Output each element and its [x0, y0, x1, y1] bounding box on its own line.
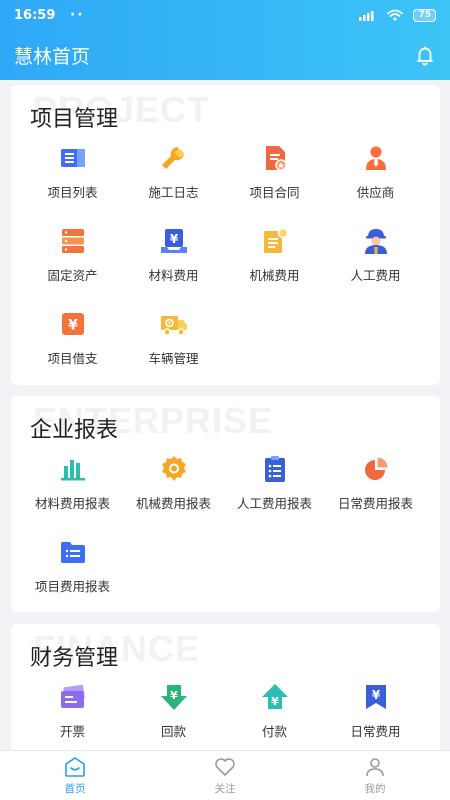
signal-icon [359, 11, 374, 21]
svg-text:¥: ¥ [169, 232, 178, 246]
notification-dots: ·· [70, 7, 85, 23]
finance-management-card: FINANCE 财务管理 开票 ¥ 回款 ¥ 付款 ¥ 日常费用 [11, 624, 440, 750]
menu-item-label: 回款 [160, 724, 186, 739]
yuan-bookmark-icon: ¥ [365, 685, 386, 709]
menu-item-invoice[interactable]: 开票 [22, 676, 123, 750]
menu-item-daily-cost[interactable]: ¥ 日常费用 [325, 676, 426, 750]
menu-item-project-loan[interactable]: ¥ 项目借支 [22, 303, 123, 385]
menu-item-fixed-assets[interactable]: 固定资产 [22, 220, 123, 303]
home-content[interactable]: PROJECT 项目管理 项目列表 施工日志 项目合同 供应商 固定资产 ¥ 材… [0, 80, 450, 750]
menu-item-label: 付款 [261, 724, 287, 739]
menu-item-material-cost-report[interactable]: 材料费用报表 [22, 448, 123, 531]
pie-chart-icon [364, 457, 387, 480]
section-title: 财务管理 [30, 646, 119, 671]
menu-item-collection[interactable]: ¥ 回款 [123, 676, 224, 750]
tab-label: 我的 [364, 783, 386, 795]
menu-item-label: 日常费用 [350, 724, 401, 739]
menu-item-project-cost-report[interactable]: 项目费用报表 [22, 531, 123, 612]
menu-item-label: 项目借支 [47, 351, 98, 366]
menu-item-label: 项目费用报表 [34, 579, 110, 594]
svg-text:¥: ¥ [371, 688, 380, 702]
bottom-tab-bar: 首页 关注 我的 [0, 750, 450, 800]
tab-mine[interactable]: 我的 [300, 751, 450, 800]
contract-icon [265, 146, 287, 171]
menu-item-label: 项目合同 [249, 185, 300, 200]
home-icon [65, 757, 85, 777]
menu-item-label: 材料费用报表 [34, 496, 110, 511]
menu-item-labor-cost-report[interactable]: 人工费用报表 [224, 448, 325, 531]
menu-item-label: 材料费用 [148, 268, 199, 283]
menu-item-label: 日常费用报表 [337, 496, 413, 511]
invoice-icon [60, 684, 85, 708]
yuan-laptop-icon: ¥ [160, 229, 187, 253]
menu-item-label: 固定资产 [47, 268, 98, 283]
enterprise-reports-card: ENTERPRISE 企业报表 材料费用报表 机械费用报表 人工费用报表 日常费… [11, 396, 440, 612]
bar-chart-icon [60, 460, 85, 481]
menu-item-supplier[interactable]: 供应商 [325, 137, 426, 220]
menu-item-payment[interactable]: ¥ 付款 [224, 676, 325, 750]
menu-item-project-contract[interactable]: 项目合同 [224, 137, 325, 220]
machine-doc-icon [263, 227, 288, 253]
page-title: 慧林首页 [14, 45, 91, 68]
app-header: 16:59 ·· 75 慧林首页 [0, 0, 450, 80]
user-icon [366, 758, 384, 777]
menu-item-labor-cost[interactable]: 人工费用 [325, 220, 426, 303]
menu-item-daily-cost-report[interactable]: 日常费用报表 [325, 448, 426, 531]
gear-icon [161, 456, 186, 481]
folder-list-icon [60, 542, 85, 563]
status-bar: 16:59 ·· 75 [0, 0, 450, 30]
menu-item-label: 车辆管理 [148, 351, 199, 366]
section-title: 企业报表 [30, 418, 119, 443]
menu-item-label: 项目列表 [47, 185, 98, 200]
clipboard-icon [264, 456, 285, 482]
yuan-up-arrow-icon: ¥ [261, 684, 288, 709]
battery-level: 75 [413, 8, 436, 22]
project-management-card: PROJECT 项目管理 项目列表 施工日志 项目合同 供应商 固定资产 ¥ 材… [11, 85, 440, 385]
menu-item-material-cost[interactable]: ¥ 材料费用 [123, 220, 224, 303]
tab-label: 首页 [64, 783, 86, 795]
svg-text:¥: ¥ [167, 321, 171, 327]
tab-follow[interactable]: 关注 [150, 751, 300, 800]
menu-item-label: 开票 [59, 724, 85, 739]
menu-item-project-list[interactable]: 项目列表 [22, 137, 123, 220]
menu-item-label: 机械费用报表 [135, 496, 211, 511]
section-title: 项目管理 [30, 107, 119, 132]
truck-icon: ¥ [160, 316, 187, 336]
svg-text:¥: ¥ [68, 318, 78, 334]
server-stack-icon [61, 229, 84, 253]
bell-icon[interactable] [414, 44, 436, 66]
status-time: 16:59 [14, 7, 56, 23]
wifi-icon [387, 9, 404, 21]
yuan-box-icon: ¥ [61, 313, 84, 335]
menu-item-label: 施工日志 [148, 185, 199, 200]
list-icon [60, 149, 85, 167]
wrench-icon [161, 147, 184, 169]
menu-item-construction-log[interactable]: 施工日志 [123, 137, 224, 220]
menu-item-machinery-cost-report[interactable]: 机械费用报表 [123, 448, 224, 531]
tab-home[interactable]: 首页 [0, 751, 150, 800]
menu-item-machinery-cost[interactable]: 机械费用 [224, 220, 325, 303]
menu-item-label: 人工费用报表 [236, 496, 312, 511]
svg-text:¥: ¥ [271, 695, 279, 708]
svg-text:¥: ¥ [170, 689, 178, 702]
tab-label: 关注 [214, 783, 236, 795]
menu-item-label: 供应商 [356, 185, 395, 200]
menu-item-vehicle-management[interactable]: ¥ 车辆管理 [123, 303, 224, 385]
supplier-icon [365, 146, 386, 170]
heart-icon [215, 758, 235, 776]
menu-item-label: 人工费用 [350, 268, 401, 283]
menu-item-label: 机械费用 [249, 268, 300, 283]
worker-icon [364, 229, 387, 254]
yuan-down-arrow-icon: ¥ [160, 685, 187, 710]
